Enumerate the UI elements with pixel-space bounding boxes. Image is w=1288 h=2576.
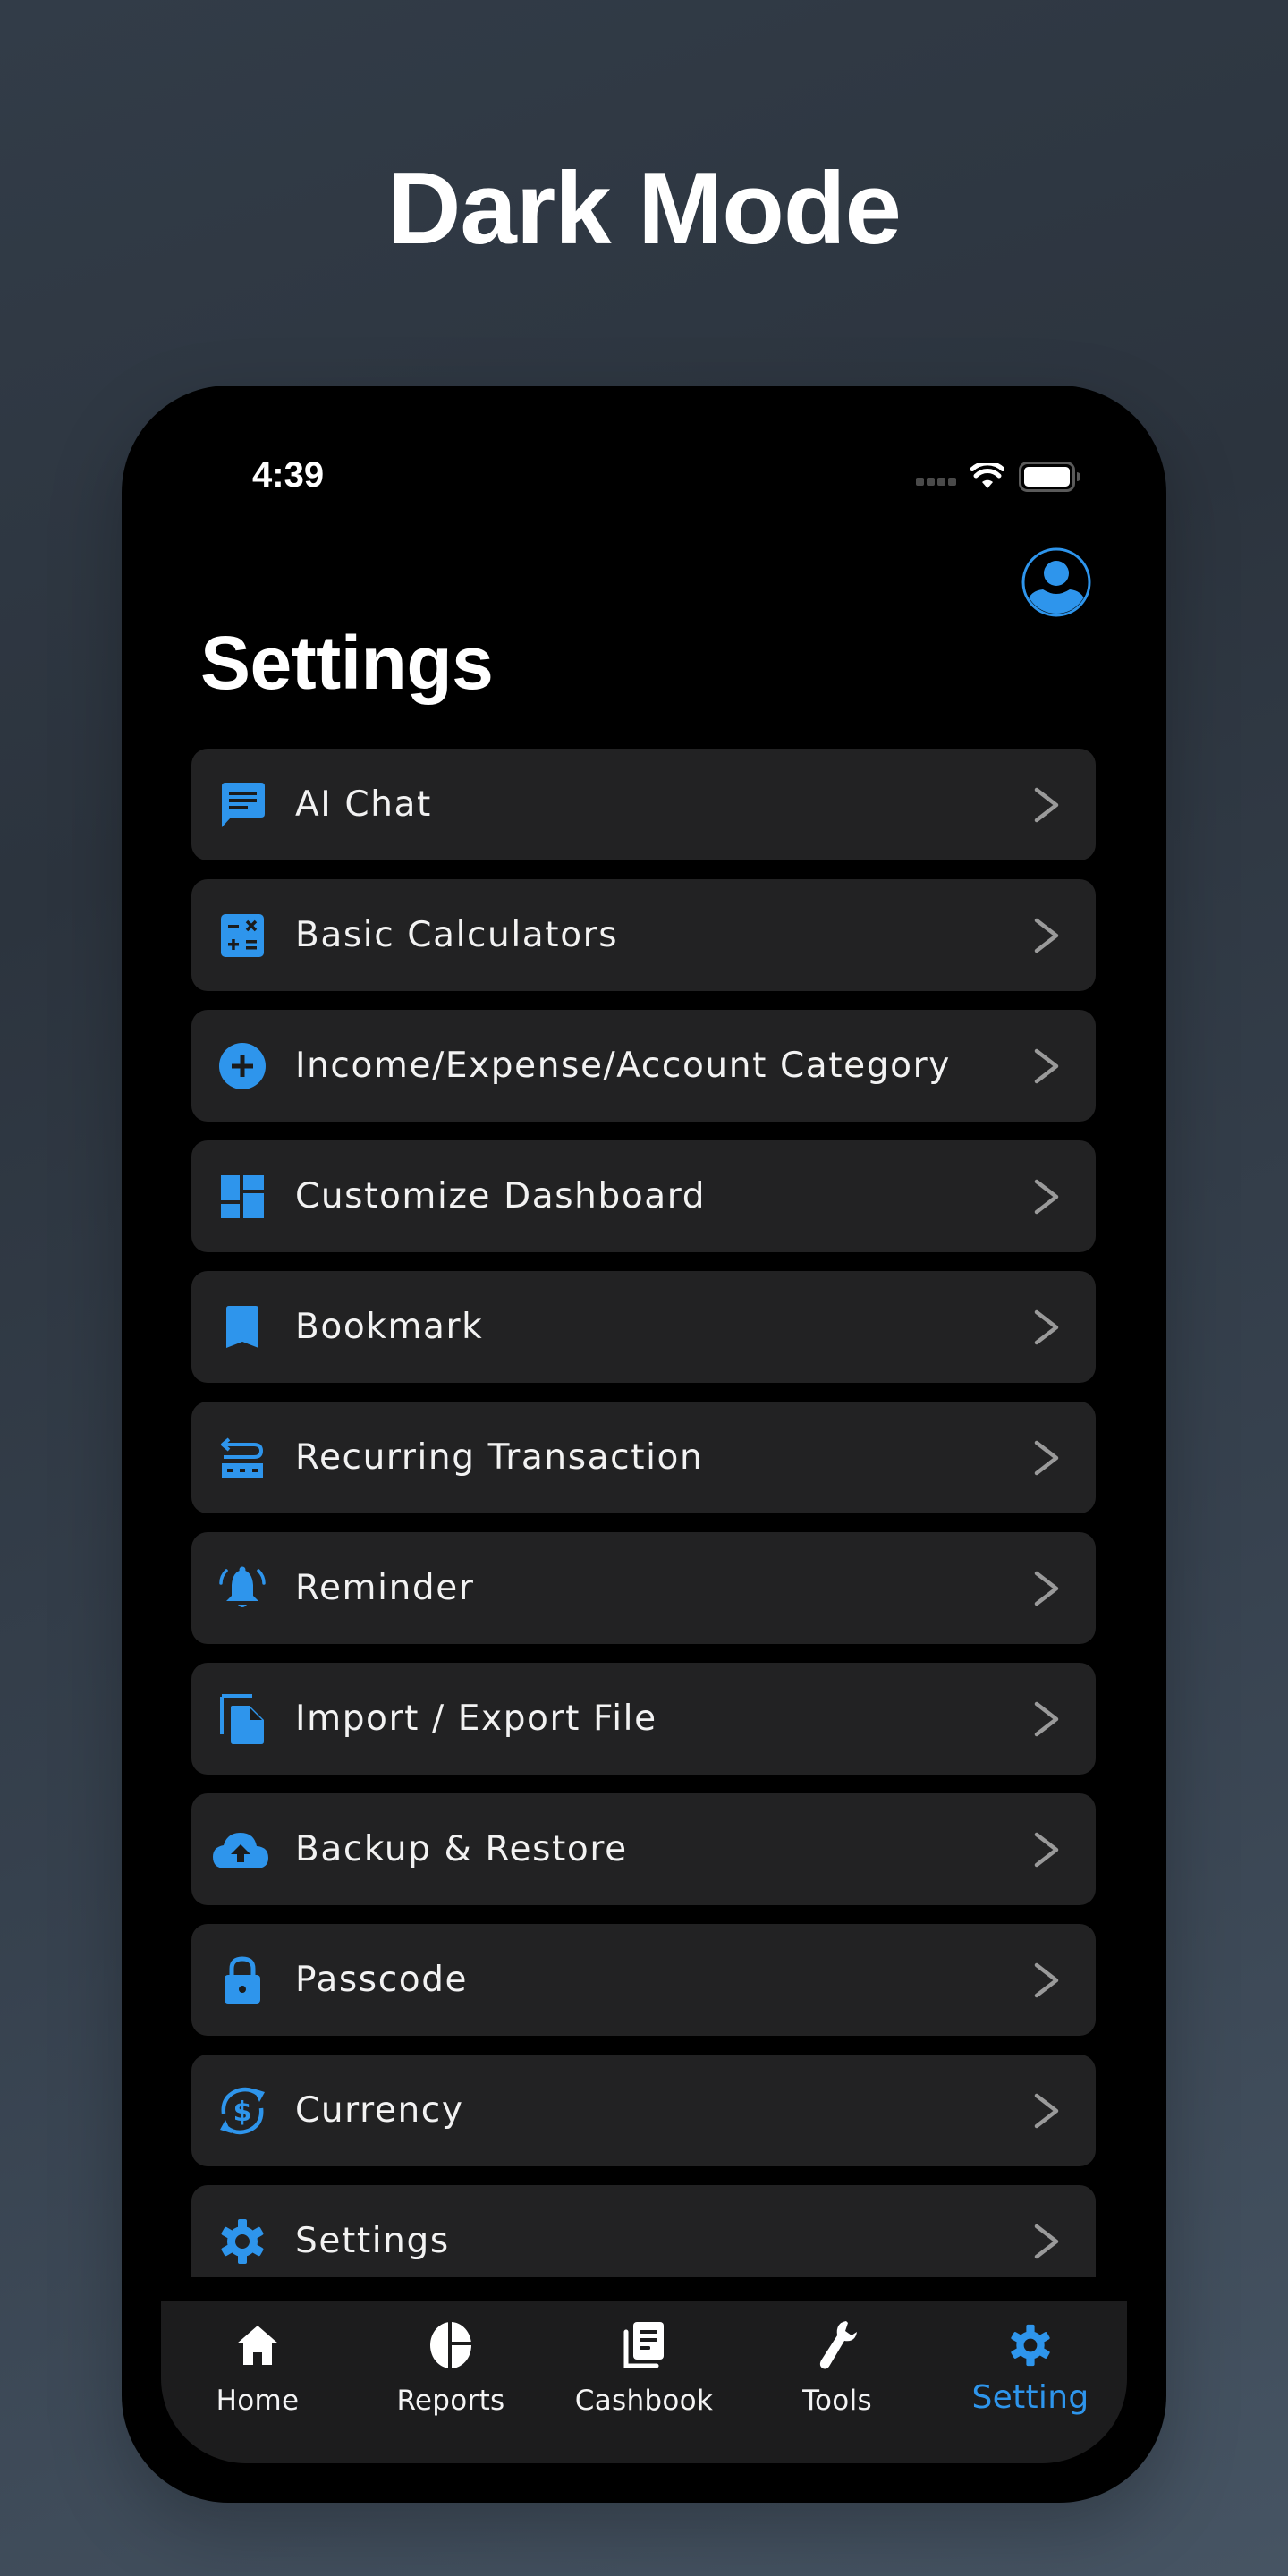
tab-label: Cashbook: [574, 2385, 714, 2417]
pie-chart-icon: [429, 2320, 472, 2370]
file-copy-icon: [216, 1693, 268, 1745]
tab-label: Setting: [971, 2379, 1089, 2416]
tab-label: Home: [216, 2385, 300, 2417]
chevron-right-icon: [1034, 1832, 1059, 1868]
user-circle-icon: [1021, 547, 1091, 617]
gear-icon: [1009, 2320, 1052, 2370]
lock-icon: [216, 1954, 268, 2006]
alarm-bell-icon: [216, 1563, 268, 1614]
menu-item-reminder[interactable]: Reminder: [191, 1532, 1096, 1644]
add-circle-icon: [216, 1040, 268, 1092]
chevron-right-icon: [1034, 1179, 1059, 1215]
menu-item-label: Import / Export File: [295, 1699, 657, 1739]
menu-item-recurring-transaction[interactable]: Recurring Transaction: [191, 1402, 1096, 1513]
menu-item-label: Settings: [295, 2221, 450, 2261]
settings-list: AI Chat Basic Calculators Income/Expense…: [191, 749, 1096, 2277]
menu-item-categories[interactable]: Income/Expense/Account Category: [191, 1010, 1096, 1122]
menu-item-label: Recurring Transaction: [295, 1437, 704, 1478]
tab-reports[interactable]: Reports: [354, 2301, 547, 2463]
menu-item-label: Basic Calculators: [295, 915, 619, 955]
cloud-upload-icon: [211, 1824, 270, 1876]
page-title: Settings: [200, 621, 494, 705]
menu-item-label: AI Chat: [295, 784, 432, 825]
cellular-signal-icon: [916, 477, 956, 486]
menu-item-label: Currency: [295, 2090, 464, 2131]
menu-item-passcode[interactable]: Passcode: [191, 1924, 1096, 2036]
currency-exchange-icon: $: [216, 2085, 268, 2137]
menu-item-import-export[interactable]: Import / Export File: [191, 1663, 1096, 1775]
chevron-right-icon: [1034, 1309, 1059, 1345]
chevron-right-icon: [1034, 1048, 1059, 1084]
status-icons: [916, 461, 1081, 493]
menu-item-label: Reminder: [295, 1568, 475, 1608]
chevron-right-icon: [1034, 2093, 1059, 2129]
menu-item-label: Backup & Restore: [295, 1829, 628, 1869]
menu-item-label: Income/Expense/Account Category: [295, 1046, 951, 1086]
chevron-right-icon: [1034, 1571, 1059, 1606]
chevron-right-icon: [1034, 1701, 1059, 1737]
chevron-right-icon: [1034, 2224, 1059, 2259]
menu-item-label: Passcode: [295, 1960, 469, 2000]
battery-icon: [1019, 462, 1080, 492]
phone-frame: 4:39 Settings AI Chat Basic Calculators …: [122, 386, 1166, 2503]
wrench-icon: [816, 2320, 859, 2370]
menu-item-label: Bookmark: [295, 1307, 484, 1347]
menu-item-backup-restore[interactable]: Backup & Restore: [191, 1793, 1096, 1905]
chevron-right-icon: [1034, 1440, 1059, 1476]
chevron-right-icon: [1034, 918, 1059, 953]
svg-text:$: $: [233, 2097, 252, 2128]
tab-setting[interactable]: Setting: [934, 2301, 1127, 2463]
chevron-right-icon: [1034, 1962, 1059, 1998]
wifi-icon: [970, 463, 1004, 488]
tab-cashbook[interactable]: Cashbook: [547, 2301, 741, 2463]
menu-item-currency[interactable]: $ Currency: [191, 2055, 1096, 2166]
menu-item-label: Customize Dashboard: [295, 1176, 707, 1216]
tab-tools[interactable]: Tools: [741, 2301, 934, 2463]
menu-item-bookmark[interactable]: Bookmark: [191, 1271, 1096, 1383]
tab-home[interactable]: Home: [161, 2301, 354, 2463]
recurring-icon: [216, 1432, 268, 1484]
home-icon: [236, 2320, 279, 2370]
dashboard-icon: [216, 1171, 268, 1223]
bookmark-icon: [216, 1301, 268, 1353]
tab-label: Reports: [396, 2385, 505, 2417]
menu-item-ai-chat[interactable]: AI Chat: [191, 749, 1096, 860]
profile-button[interactable]: [1021, 547, 1091, 617]
menu-item-basic-calculators[interactable]: Basic Calculators: [191, 879, 1096, 991]
calculator-icon: [216, 910, 268, 962]
tab-bar: Home Reports Cashbook Tools Setting: [161, 2301, 1127, 2463]
menu-item-customize-dashboard[interactable]: Customize Dashboard: [191, 1140, 1096, 1252]
gear-icon: [216, 2216, 268, 2267]
chevron-right-icon: [1034, 787, 1059, 823]
status-time: 4:39: [252, 455, 325, 495]
chat-icon: [216, 779, 268, 831]
promo-headline: Dark Mode: [387, 152, 902, 266]
menu-item-settings[interactable]: Settings: [191, 2185, 1096, 2277]
tab-label: Tools: [802, 2385, 872, 2417]
cashbook-icon: [623, 2320, 665, 2370]
